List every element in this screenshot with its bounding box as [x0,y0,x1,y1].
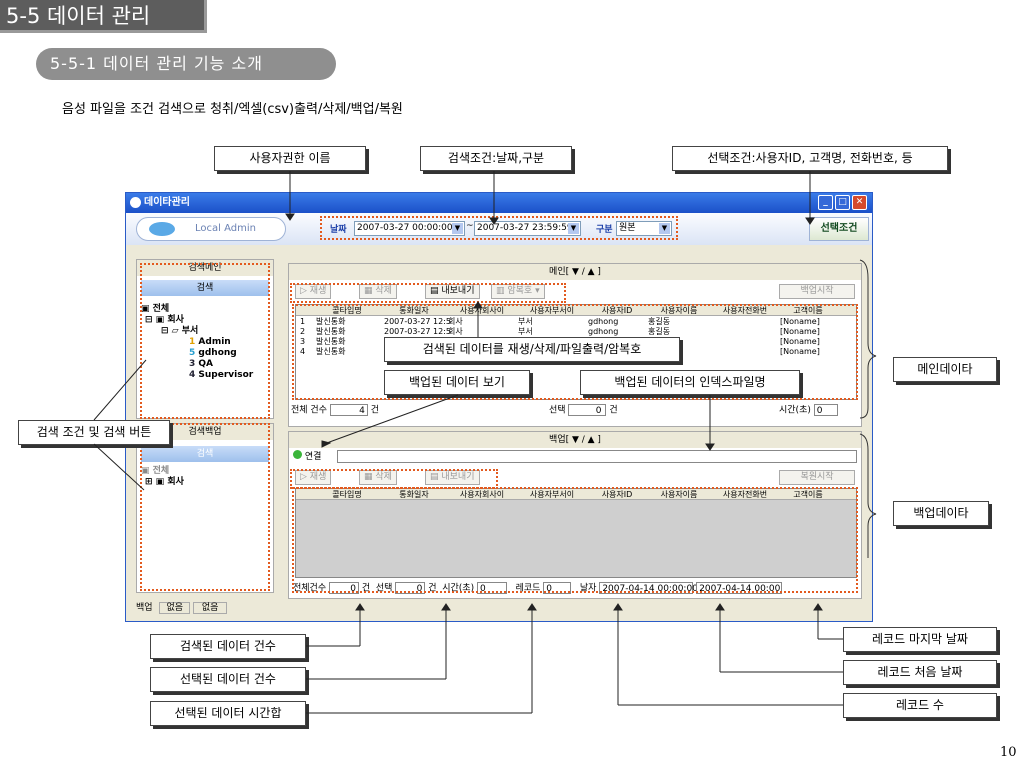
connector-lines [93,171,843,714]
page-number: 10 [1000,745,1017,760]
